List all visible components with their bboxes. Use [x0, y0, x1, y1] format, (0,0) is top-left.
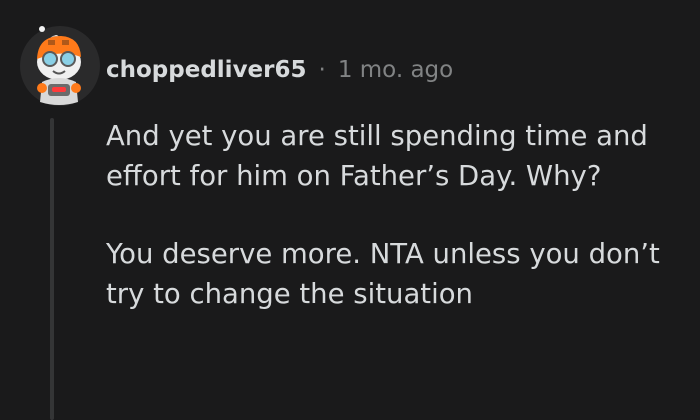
username-link[interactable]: choppedliver65 [106, 55, 307, 85]
comment-paragraph-1: And yet you are still spending time and … [106, 120, 648, 192]
timestamp[interactable]: 1 mo. ago [338, 55, 453, 85]
comment-meta: choppedliver65 · 1 mo. ago [106, 55, 453, 85]
meta-separator: · [318, 57, 326, 83]
comment-body: And yet you are still spending time and … [106, 116, 686, 314]
thread-line[interactable] [50, 118, 54, 420]
comment: choppedliver65 · 1 mo. ago And yet you a… [0, 0, 700, 420]
comment-paragraph-2: You deserve more. NTA unless you don’t t… [106, 238, 660, 310]
snoo-avatar-icon[interactable] [18, 24, 102, 108]
